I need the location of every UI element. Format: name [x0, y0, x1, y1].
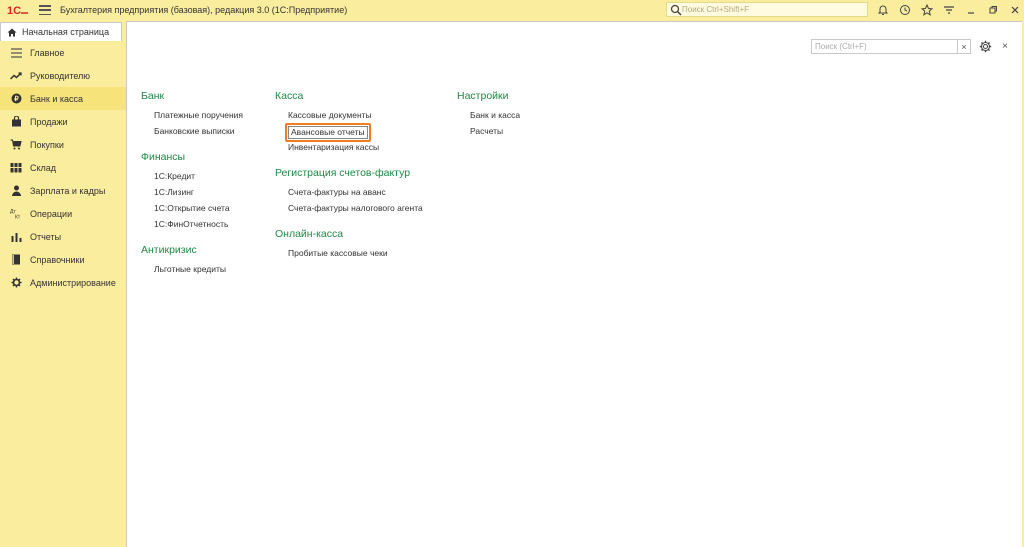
- sidebar-item-7[interactable]: Зарплата и кадры: [0, 179, 126, 202]
- section-link[interactable]: Счета-фактуры налогового агента: [288, 200, 455, 216]
- sidebar-item-label: Операции: [30, 208, 73, 219]
- sidebar-item-11[interactable]: Администрирование: [0, 271, 126, 294]
- bank-icon: ₽: [10, 93, 22, 105]
- person-icon: [10, 185, 22, 197]
- section-title: Антикризис: [141, 244, 197, 256]
- sidebar-item-label: Продажи: [30, 116, 68, 127]
- section-title: Касса: [275, 90, 304, 102]
- close-panel-icon[interactable]: ×: [1000, 40, 1010, 52]
- section-title: Настройки: [457, 90, 509, 102]
- section-link[interactable]: 1С:Кредит: [154, 168, 271, 184]
- panel-search[interactable]: ×: [811, 39, 971, 54]
- menu-icon: [10, 47, 22, 59]
- section-title: Онлайн-касса: [275, 228, 344, 240]
- section-link[interactable]: Кассовые документы: [288, 107, 455, 123]
- app-title: Бухгалтерия предприятия (базовая), редак…: [60, 5, 348, 15]
- sidebar-item-8[interactable]: Дт Кт Операции: [0, 202, 126, 225]
- cart-icon: [10, 139, 22, 151]
- menu-icon[interactable]: [938, 0, 960, 20]
- section-link[interactable]: 1С:Лизинг: [154, 184, 271, 200]
- section-link-label: Авансовые отчеты: [288, 126, 368, 139]
- column-2: Касса Кассовые документы Авансовые отчеты И…: [275, 89, 455, 272]
- section-link[interactable]: 1С:Открытие счета: [154, 200, 271, 216]
- sidebar-item-label: Руководителю: [30, 70, 91, 81]
- sidebar-item-4[interactable]: Продажи: [0, 110, 126, 133]
- main-panel: × × Банк Платежные порученияБанковские вы…: [126, 21, 1022, 547]
- section-group: Онлайн-касса Пробитые кассовые чеки: [275, 227, 455, 261]
- column-3: Настройки Банк и касса Расчеты: [457, 89, 587, 150]
- sidebar-item-label: Администрирование: [30, 277, 116, 288]
- tab-home[interactable]: Начальная страница: [0, 22, 122, 41]
- section-group: Финансы 1С:Кредит 1С:Лизинг 1С:Открытие сче…: [141, 150, 271, 232]
- history-icon[interactable]: [894, 0, 916, 20]
- section-link[interactable]: Пробитые кассовые чеки: [288, 245, 455, 261]
- main-menu-icon[interactable]: [39, 5, 51, 15]
- dt-kt-icon: Дт Кт: [10, 208, 22, 220]
- section-group: Антикризис Льготные кредиты: [141, 243, 271, 277]
- global-search-input[interactable]: [682, 5, 862, 14]
- section-title: Регистрация счетов-фактур: [275, 167, 411, 179]
- section-title: Банк: [141, 90, 165, 102]
- minimize-icon[interactable]: [960, 0, 982, 20]
- star-icon[interactable]: [916, 0, 938, 20]
- section-link[interactable]: Счета-фактуры на аванс: [288, 184, 455, 200]
- section-link[interactable]: Платежные поручения: [154, 107, 271, 123]
- section-group: Регистрация счетов-фактур Счета-фактуры н…: [275, 166, 455, 216]
- tab-home-label: Начальная страница: [22, 27, 110, 37]
- gear-icon: [10, 277, 22, 289]
- sidebar-item-label: Банк и касса: [30, 93, 83, 104]
- warehouse-icon: [10, 162, 22, 174]
- sidebar-item-label: Зарплата и кадры: [30, 185, 106, 196]
- sidebar-item-1[interactable]: Главное: [0, 41, 126, 64]
- trend-icon: [10, 70, 22, 82]
- sidebar-item-label: Отчеты: [30, 231, 62, 242]
- section-group: Касса Кассовые документы Авансовые отчеты И…: [275, 89, 455, 155]
- restore-icon[interactable]: [982, 0, 1004, 20]
- settings-gear-icon[interactable]: [978, 39, 992, 53]
- book-icon: [10, 254, 22, 266]
- sidebar-item-9[interactable]: Отчеты: [0, 225, 126, 248]
- sidebar: Главное Руководителю ₽ Банк и касса Продажи П…: [0, 41, 126, 547]
- section-link[interactable]: Инвентаризация кассы: [288, 139, 455, 155]
- section-link[interactable]: 1С:ФинОтчетность: [154, 216, 271, 232]
- section-group: Банк Платежные поручения Банковские выписк…: [141, 89, 271, 139]
- sidebar-item-label: Справочники: [30, 254, 85, 265]
- sidebar-item-label: Склад: [30, 162, 57, 173]
- close-icon[interactable]: [1004, 0, 1024, 20]
- section-link[interactable]: Банк и касса: [470, 107, 587, 123]
- title-bar: 1С Бухгалтерия предприятия (базовая), ре…: [0, 0, 1024, 20]
- section-group: Настройки Банк и касса Расчеты: [457, 89, 587, 139]
- section-link[interactable]: Льготные кредиты: [154, 261, 271, 277]
- svg-text:Кт: Кт: [15, 215, 21, 220]
- home-icon: [7, 28, 17, 36]
- sidebar-item-10[interactable]: Справочники: [0, 248, 126, 271]
- svg-text:1С: 1С: [7, 5, 21, 16]
- bar-chart-icon: [10, 231, 22, 243]
- clear-search-icon[interactable]: ×: [957, 40, 970, 53]
- sidebar-item-6[interactable]: Склад: [0, 156, 126, 179]
- section-link[interactable]: Расчеты: [470, 123, 587, 139]
- sidebar-item-3[interactable]: ₽ Банк и касса: [0, 87, 126, 110]
- sidebar-item-label: Главное: [30, 47, 65, 58]
- svg-text:₽: ₽: [14, 95, 19, 103]
- sidebar-item-2[interactable]: Руководителю: [0, 64, 126, 87]
- bag-icon: [10, 116, 22, 128]
- section-link[interactable]: Банковские выписки: [154, 123, 271, 139]
- panel-search-input[interactable]: [812, 40, 958, 53]
- global-search[interactable]: [666, 2, 868, 17]
- bell-icon[interactable]: [872, 0, 894, 20]
- section-link[interactable]: Авансовые отчеты: [285, 123, 455, 142]
- sidebar-item-label: Покупки: [30, 139, 64, 150]
- 1c-logo-icon[interactable]: 1С: [7, 3, 29, 17]
- section-title: Финансы: [141, 151, 186, 163]
- search-icon: [670, 4, 682, 16]
- column-1: Банк Платежные поручения Банковские выписк…: [141, 89, 271, 288]
- sidebar-item-5[interactable]: Покупки: [0, 133, 126, 156]
